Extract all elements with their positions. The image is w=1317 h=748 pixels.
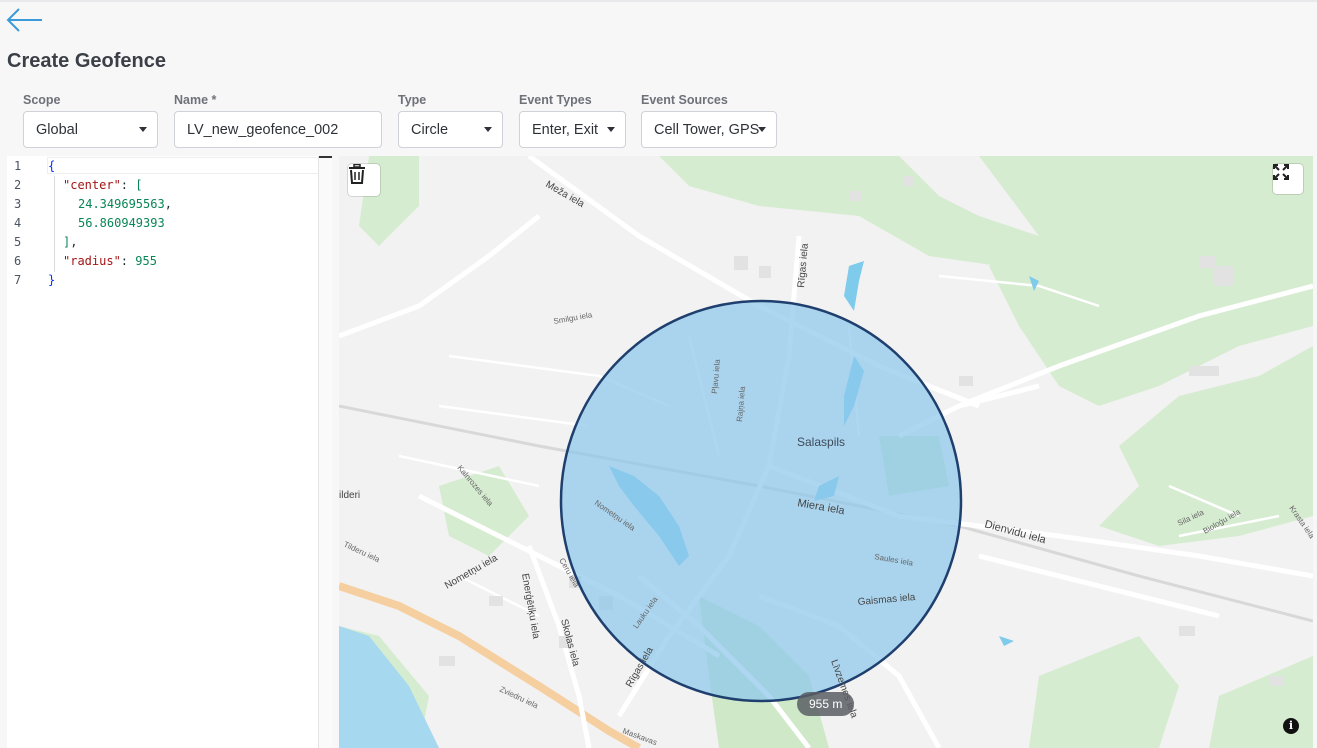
chevron-down-icon	[139, 127, 147, 132]
code-token: 24.349695563	[78, 197, 165, 211]
map-view[interactable]: Meža iela Rīgas iela Smilgu iela Pļavu i…	[339, 156, 1313, 748]
type-select[interactable]: Circle	[398, 111, 503, 148]
geometry-json-editor[interactable]: 1 2 3 4 5 6 7 { "center": [ 24.349695563…	[7, 156, 332, 748]
top-divider	[0, 0, 1317, 2]
line-number: 5	[14, 235, 22, 249]
code-token: 56.860949393	[78, 216, 165, 230]
event-sources-label: Event Sources	[641, 93, 728, 107]
event-types-value: Enter, Exit	[532, 121, 599, 138]
code-token: ,	[70, 235, 78, 249]
code-line: {	[48, 159, 55, 173]
line-number: 7	[14, 273, 22, 287]
code-token: }	[48, 273, 56, 287]
street-label: Salaspils	[797, 435, 845, 449]
page-title: Create Geofence	[7, 50, 166, 72]
scope-select[interactable]: Global	[23, 111, 158, 148]
create-geofence-page: Create Geofence Scope Global Name * Type…	[0, 0, 1317, 748]
code-line: "radius": 955	[63, 254, 157, 268]
code-token: 955	[135, 254, 157, 268]
event-types-select[interactable]: Enter, Exit	[519, 111, 626, 148]
type-label: Type	[398, 93, 427, 107]
chevron-down-icon	[758, 127, 766, 132]
type-value: Circle	[411, 121, 449, 138]
event-types-label: Event Types	[519, 93, 592, 107]
back-button[interactable]	[6, 6, 44, 36]
code-line: "center": [	[63, 178, 142, 192]
scope-label: Scope	[23, 93, 61, 107]
trash-icon	[349, 164, 365, 184]
line-number: 6	[14, 254, 22, 268]
event-sources-value: Cell Tower, GPS	[654, 121, 760, 138]
code-token: :	[120, 178, 136, 192]
code-token: "radius"	[63, 254, 121, 268]
map-canvas: Meža iela Rīgas iela Smilgu iela Pļavu i…	[339, 156, 1313, 748]
code-line: ],	[63, 235, 77, 249]
line-number: 1	[14, 159, 22, 173]
fullscreen-icon	[1273, 164, 1289, 180]
line-number: 3	[14, 197, 22, 211]
current-line-highlight	[47, 157, 332, 174]
name-input[interactable]	[187, 121, 381, 138]
line-number: 4	[14, 216, 22, 230]
code-line: 24.349695563,	[78, 197, 172, 211]
code-line: }	[48, 273, 55, 287]
name-label: Name *	[174, 93, 217, 107]
code-token: "center"	[63, 178, 121, 192]
code-line: 56.860949393	[78, 216, 165, 230]
geofence-circle	[559, 299, 963, 703]
code-token: :	[120, 254, 136, 268]
radius-label: 955 m	[797, 692, 855, 716]
code-token: [	[135, 178, 143, 192]
delete-shape-button[interactable]	[348, 164, 380, 196]
code-token: ,	[164, 197, 172, 211]
info-icon[interactable]: i	[1283, 718, 1299, 734]
code-token: {	[48, 159, 56, 173]
chevron-down-icon	[484, 127, 492, 132]
line-number: 2	[14, 178, 22, 192]
event-sources-select[interactable]: Cell Tower, GPS	[641, 111, 777, 148]
street-label: ilderi	[339, 490, 360, 501]
scope-value: Global	[36, 121, 78, 138]
editor-scroll-thumb[interactable]	[319, 156, 332, 158]
fullscreen-button[interactable]	[1273, 164, 1303, 194]
name-field[interactable]	[174, 111, 382, 148]
indent-guide	[54, 176, 55, 272]
arrow-left-icon	[6, 8, 42, 32]
editor-scrollbar[interactable]	[318, 156, 332, 748]
chevron-down-icon	[607, 127, 615, 132]
